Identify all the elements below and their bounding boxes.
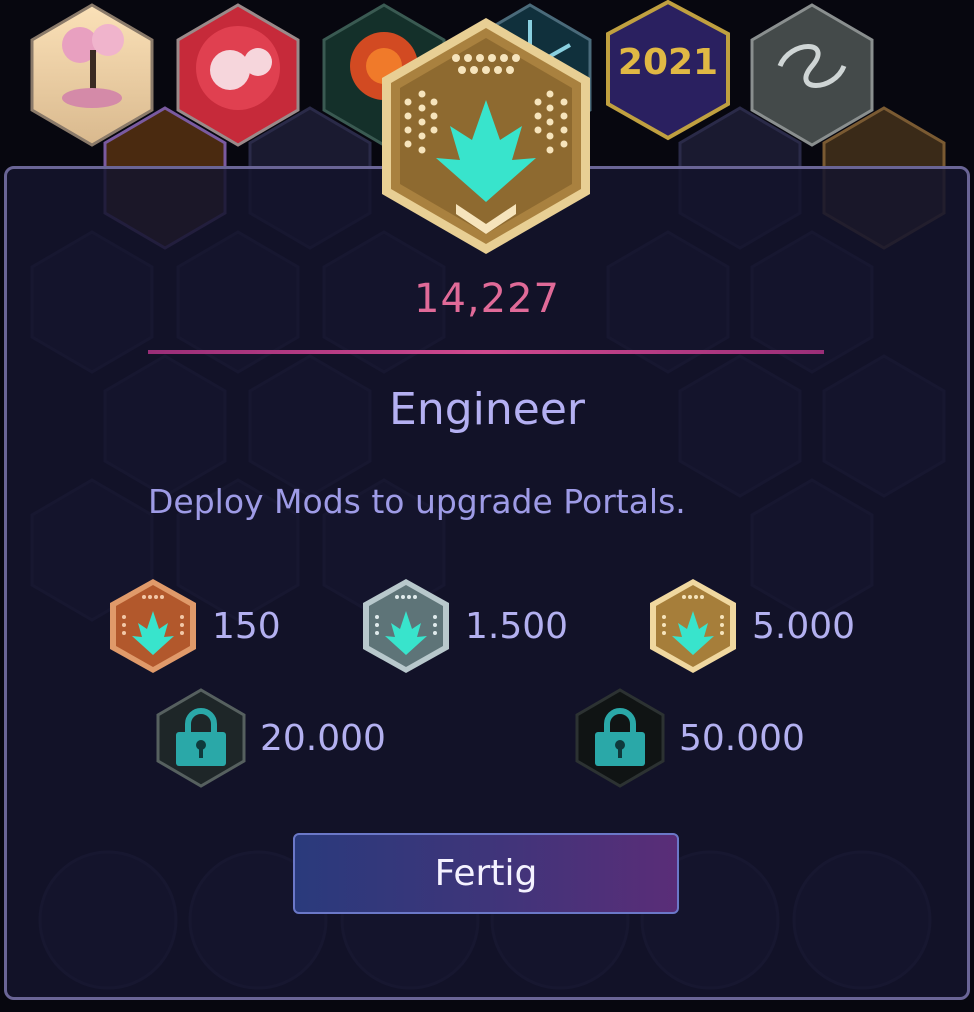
tier-silver: 1.500 (361, 577, 568, 675)
tier-platinum: 20.000 (156, 688, 386, 788)
svg-text:2021: 2021 (618, 42, 718, 83)
platinum-locked-badge-icon (156, 688, 246, 788)
tier-value: 50.000 (679, 717, 805, 759)
bronze-engineer-badge-icon (110, 579, 196, 673)
tier-bronze: 150 (108, 577, 281, 675)
tier-gold: 5.000 (648, 577, 855, 675)
year-2021-badge-icon: 2021 (606, 0, 730, 141)
tier-value: 150 (212, 605, 281, 647)
score-divider (148, 350, 824, 354)
badge-description: Deploy Mods to upgrade Portals. (148, 482, 686, 521)
engineer-gold-badge-icon (382, 18, 590, 254)
tier-value: 1.500 (465, 605, 569, 647)
tier-value: 5.000 (752, 605, 856, 647)
tier-onyx: 50.000 (575, 688, 805, 788)
badge-score: 14,227 (414, 276, 560, 322)
badge-title: Engineer (389, 384, 585, 435)
onyx-locked-badge-icon (575, 688, 665, 788)
tier-value: 20.000 (260, 717, 386, 759)
silver-engineer-badge-icon (363, 579, 449, 673)
gold-engineer-badge-icon (650, 579, 736, 673)
done-button[interactable]: Fertig (293, 833, 679, 914)
cherry-tree-badge-icon (30, 3, 154, 147)
